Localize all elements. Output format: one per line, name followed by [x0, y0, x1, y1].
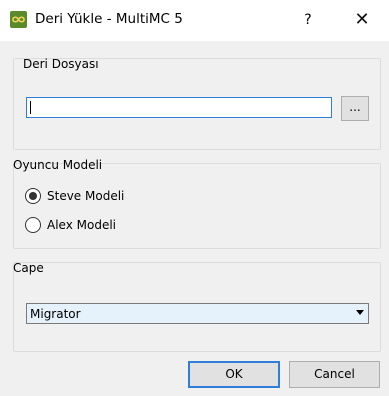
cape-group-title: Cape — [13, 261, 44, 275]
chevron-down-icon — [356, 310, 364, 315]
text-caret — [30, 101, 31, 114]
cancel-button[interactable]: Cancel — [289, 361, 380, 388]
steve-model-radio[interactable] — [25, 188, 41, 204]
skin-file-path-input[interactable] — [26, 97, 332, 118]
cape-select-value: Migrator — [30, 307, 81, 321]
alex-model-radio[interactable] — [25, 217, 41, 233]
player-model-group-title: Oyuncu Modeli — [13, 158, 103, 172]
steve-model-label: Steve Modeli — [47, 189, 125, 203]
skin-file-group-title: Deri Dosyası — [23, 57, 99, 71]
alex-model-label: Alex Modeli — [47, 218, 116, 232]
browse-button[interactable]: ... — [341, 96, 369, 121]
player-model-group — [13, 163, 381, 249]
ok-button[interactable]: OK — [188, 361, 280, 388]
help-button[interactable]: ? — [300, 10, 316, 30]
cape-select[interactable]: Migrator — [26, 303, 369, 324]
multimc-app-icon — [10, 11, 27, 28]
window-title: Deri Yükle - MultiMC 5 — [35, 11, 183, 27]
title-bar: Deri Yükle - MultiMC 5 ? ✕ — [0, 0, 389, 41]
close-icon[interactable]: ✕ — [352, 9, 372, 31]
